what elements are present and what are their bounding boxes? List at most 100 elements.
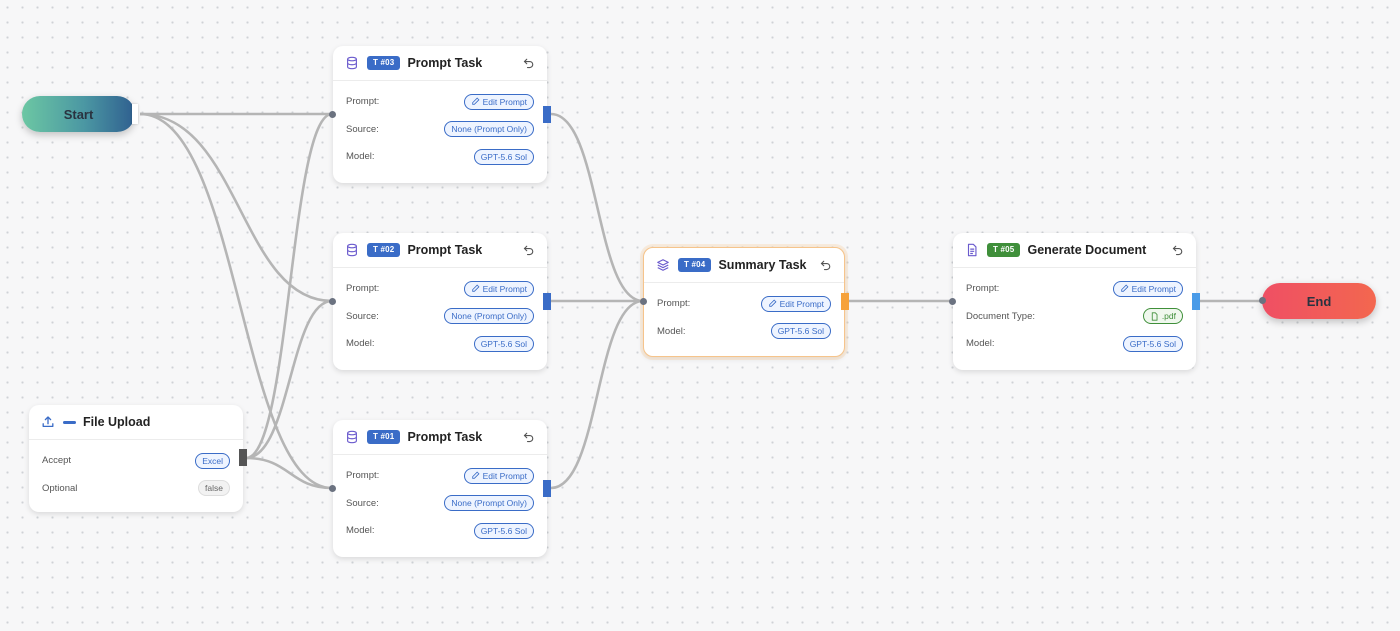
t05-prompt-row: Prompt: Edit Prompt xyxy=(953,275,1196,303)
t04-prompt-label: Prompt: xyxy=(657,298,691,310)
t02-edit-prompt-label: Edit Prompt xyxy=(482,283,527,294)
t03-model-label: Model: xyxy=(346,151,375,163)
workflow-canvas[interactable]: Start End File Upload Accept Excel Optio… xyxy=(0,0,1400,631)
t04-edit-prompt-button[interactable]: Edit Prompt xyxy=(760,295,831,312)
undo-icon[interactable] xyxy=(1172,244,1184,256)
t04-edit-prompt-label: Edit Prompt xyxy=(779,298,824,309)
start-label: Start xyxy=(63,106,94,122)
optional-label: Optional xyxy=(42,482,78,494)
t02-model-chip[interactable]: GPT-5.6 Sol xyxy=(473,335,534,352)
pencil-icon xyxy=(768,299,777,307)
t05-model-row: Model: GPT-5.6 Sol xyxy=(953,330,1196,358)
collapse-icon[interactable] xyxy=(63,420,76,424)
t04-model-row: Model: GPT-5.6 Sol xyxy=(644,318,844,346)
t02-output-handle[interactable] xyxy=(543,293,551,310)
undo-icon[interactable] xyxy=(820,259,832,271)
t02-source-label: Source: xyxy=(346,310,379,322)
file-icon xyxy=(1151,312,1158,321)
t05-doctype-chip[interactable]: .pdf xyxy=(1142,308,1183,325)
t01-prompt-row: Prompt: Edit Prompt xyxy=(333,462,547,490)
t02-prompt-row: Prompt: Edit Prompt xyxy=(333,275,547,303)
t03-prompt-row: Prompt: Edit Prompt xyxy=(333,88,547,116)
end-node[interactable]: End xyxy=(1262,283,1376,319)
t03-badge: T #03 xyxy=(367,56,401,70)
end-input-handle[interactable] xyxy=(1259,297,1266,304)
t04-header: T #04 Summary Task xyxy=(644,248,844,283)
t05-edit-prompt-label: Edit Prompt xyxy=(1131,283,1176,294)
start-node[interactable]: Start xyxy=(22,96,135,132)
t02-source-chip[interactable]: None (Prompt Only) xyxy=(444,308,534,325)
edge-t01-t04 xyxy=(550,299,644,490)
t05-badge: T #05 xyxy=(987,243,1021,257)
t05-prompt-label: Prompt: xyxy=(966,283,1000,295)
t05-edit-prompt-button[interactable]: Edit Prompt xyxy=(1112,280,1183,297)
t01-header: T #01 Prompt Task xyxy=(333,420,547,455)
t05-header: T #05 Generate Document xyxy=(953,233,1196,268)
t01-source-row: Source: None (Prompt Only) xyxy=(333,490,547,518)
generate-document-t05-node[interactable]: T #05 Generate Document Prompt: Edit Pro… xyxy=(953,233,1196,370)
t05-input-handle[interactable] xyxy=(949,298,956,305)
t01-model-chip[interactable]: GPT-5.6 Sol xyxy=(473,522,534,539)
t01-edit-prompt-label: Edit Prompt xyxy=(482,470,527,481)
prompt-task-t03-node[interactable]: T #03 Prompt Task Prompt: Edit Prompt So… xyxy=(333,46,547,183)
t01-prompt-label: Prompt: xyxy=(346,470,380,482)
t01-title: Prompt Task xyxy=(407,430,483,444)
t05-model-chip[interactable]: GPT-5.6 Sol xyxy=(1122,335,1183,352)
t03-edit-prompt-label: Edit Prompt xyxy=(482,96,527,107)
optional-chip[interactable]: false xyxy=(198,480,230,497)
pencil-icon xyxy=(471,97,480,105)
t01-edit-prompt-button[interactable]: Edit Prompt xyxy=(463,467,534,484)
accept-chip[interactable]: Excel xyxy=(195,452,230,469)
t02-input-handle[interactable] xyxy=(329,298,336,305)
file-upload-output-handle[interactable] xyxy=(239,449,247,466)
file-upload-node[interactable]: File Upload Accept Excel Optional false xyxy=(29,405,243,512)
t05-output-handle[interactable] xyxy=(1192,293,1200,310)
t05-doctype-label: Document Type: xyxy=(966,310,1036,322)
t05-doctype-value: .pdf xyxy=(1161,311,1176,322)
layers-icon xyxy=(656,258,670,272)
edge-t03-t04 xyxy=(550,112,644,303)
edge-upload-t01 xyxy=(245,456,333,490)
t01-source-chip[interactable]: None (Prompt Only) xyxy=(444,495,534,512)
t01-output-handle[interactable] xyxy=(543,480,551,497)
summary-task-t04-node[interactable]: T #04 Summary Task Prompt: Edit Prompt M… xyxy=(643,247,845,357)
t04-model-label: Model: xyxy=(657,325,686,337)
t03-input-handle[interactable] xyxy=(329,111,336,118)
t02-edit-prompt-button[interactable]: Edit Prompt xyxy=(463,280,534,297)
t03-source-label: Source: xyxy=(346,123,379,135)
t01-model-label: Model: xyxy=(346,525,375,537)
pencil-icon xyxy=(1120,284,1129,292)
t03-source-chip[interactable]: None (Prompt Only) xyxy=(444,121,534,138)
t02-model-label: Model: xyxy=(346,338,375,350)
t03-header: T #03 Prompt Task xyxy=(333,46,547,81)
t03-model-chip[interactable]: GPT-5.6 Sol xyxy=(473,148,534,165)
t03-edit-prompt-button[interactable]: Edit Prompt xyxy=(463,93,534,110)
t03-output-handle[interactable] xyxy=(543,106,551,123)
file-upload-row-accept: Accept Excel xyxy=(29,447,243,475)
undo-icon[interactable] xyxy=(523,57,535,69)
t04-input-handle[interactable] xyxy=(640,298,647,305)
t01-badge: T #01 xyxy=(367,430,401,444)
document-icon xyxy=(965,243,979,257)
accept-label: Accept xyxy=(42,455,72,467)
t03-source-row: Source: None (Prompt Only) xyxy=(333,116,547,144)
prompt-task-t01-node[interactable]: T #01 Prompt Task Prompt: Edit Prompt So… xyxy=(333,420,547,557)
t04-output-handle[interactable] xyxy=(841,293,849,310)
file-upload-header: File Upload xyxy=(29,405,243,440)
t04-prompt-row: Prompt: Edit Prompt xyxy=(644,290,844,318)
undo-icon[interactable] xyxy=(523,431,535,443)
end-label: End xyxy=(1306,293,1332,309)
upload-icon xyxy=(41,415,55,429)
t01-model-row: Model: GPT-5.6 Sol xyxy=(333,517,547,545)
prompt-task-t02-node[interactable]: T #02 Prompt Task Prompt: Edit Prompt So… xyxy=(333,233,547,370)
start-output-handle[interactable] xyxy=(132,104,138,124)
t05-doctype-row: Document Type: .pdf xyxy=(953,303,1196,331)
t05-title: Generate Document xyxy=(1027,243,1147,257)
t04-model-chip[interactable]: GPT-5.6 Sol xyxy=(770,323,831,340)
t01-input-handle[interactable] xyxy=(329,485,336,492)
t01-source-label: Source: xyxy=(346,497,379,509)
edge-upload-t03 xyxy=(245,112,333,460)
file-upload-title: File Upload xyxy=(83,415,151,429)
t02-prompt-label: Prompt: xyxy=(346,283,380,295)
undo-icon[interactable] xyxy=(523,244,535,256)
